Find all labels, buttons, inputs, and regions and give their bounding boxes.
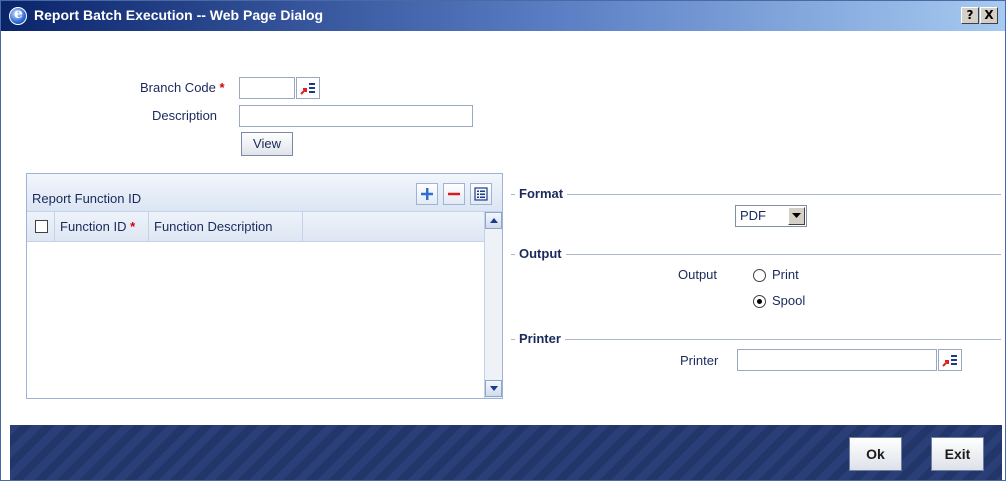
format-select[interactable]: PDF <box>735 205 807 227</box>
view-button[interactable]: View <box>241 132 293 156</box>
function-id-header-text: Function ID <box>60 219 127 234</box>
output-radio-print[interactable] <box>753 269 766 282</box>
output-radio-spool[interactable] <box>753 295 766 308</box>
required-asterisk: * <box>130 219 136 234</box>
delete-row-button[interactable] <box>443 183 465 205</box>
close-button[interactable]: X <box>980 7 998 24</box>
column-header-function-description[interactable]: Function Description <box>149 212 303 242</box>
dialog-window: Report Batch Execution -- Web Page Dialo… <box>0 0 1006 481</box>
printer-label: Printer <box>680 353 719 368</box>
select-all-checkbox[interactable] <box>35 220 48 233</box>
grid-title: Report Function ID <box>32 191 142 206</box>
branch-code-label: Branch Code * <box>140 80 225 95</box>
chevron-down-icon <box>792 213 801 218</box>
printer-section-title: Printer <box>515 331 565 346</box>
format-section-line <box>511 194 1001 195</box>
single-view-button[interactable] <box>470 183 492 205</box>
format-section-title: Format <box>515 186 568 201</box>
ie-icon <box>9 6 27 25</box>
format-dropdown-button[interactable] <box>788 207 805 225</box>
output-section-title: Output <box>515 246 566 261</box>
report-function-grid: Report Function ID Function ID * Functio… <box>26 173 503 399</box>
window-title: Report Batch Execution -- Web Page Dialo… <box>34 7 324 23</box>
scroll-up-button[interactable] <box>485 212 502 229</box>
add-row-button[interactable] <box>416 183 438 205</box>
title-bar: Report Batch Execution -- Web Page Dialo… <box>1 1 1005 31</box>
grid-header: Report Function ID <box>27 174 502 212</box>
footer-bar: Ok Exit <box>10 425 1002 480</box>
printer-input[interactable] <box>737 349 937 371</box>
plus-icon <box>421 188 433 200</box>
grid-column-header-row: Function ID * Function Description <box>27 212 484 242</box>
column-header-function-id[interactable]: Function ID * <box>55 212 149 242</box>
arrow-up-icon <box>490 218 498 223</box>
required-asterisk: * <box>219 80 225 95</box>
description-input[interactable] <box>239 105 473 127</box>
lov-list-icon <box>942 355 957 367</box>
list-view-icon <box>474 187 488 201</box>
printer-lov-button[interactable] <box>938 349 962 371</box>
branch-code-lov-button[interactable] <box>296 77 320 99</box>
printer-section-line <box>511 339 1001 340</box>
description-label: Description <box>152 108 218 123</box>
lov-list-icon <box>300 83 315 95</box>
branch-code-input[interactable] <box>239 77 295 99</box>
ok-button[interactable]: Ok <box>849 437 902 471</box>
output-option-print[interactable]: Print <box>772 267 799 282</box>
branch-code-label-text: Branch Code <box>140 80 216 95</box>
scroll-down-button[interactable] <box>485 380 502 397</box>
grid-scrollbar[interactable] <box>484 212 502 398</box>
help-button[interactable]: ? <box>961 7 979 24</box>
output-section-line <box>511 254 1001 255</box>
arrow-down-icon <box>490 386 498 391</box>
select-all-cell <box>27 212 55 242</box>
output-label: Output <box>678 267 718 282</box>
minus-icon <box>448 192 460 196</box>
exit-button[interactable]: Exit <box>931 437 984 471</box>
format-selected-value: PDF <box>740 208 766 223</box>
output-option-spool[interactable]: Spool <box>772 293 805 308</box>
